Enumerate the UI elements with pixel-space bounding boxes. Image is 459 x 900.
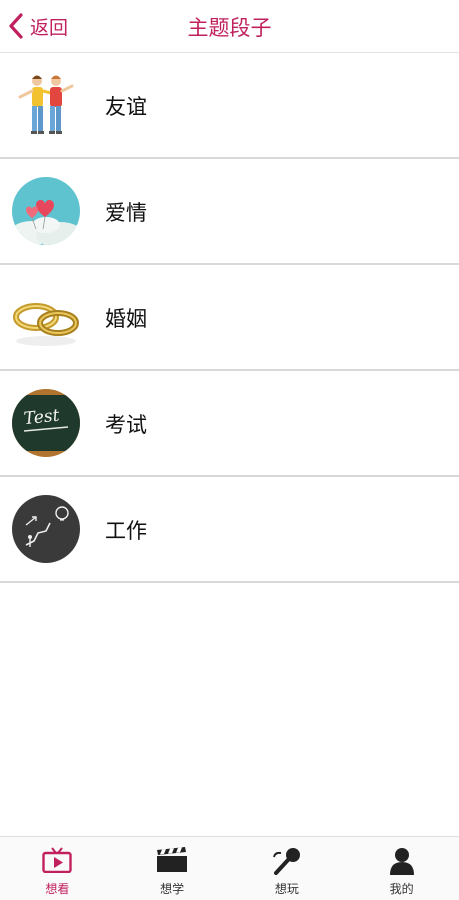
topic-label: 工作: [105, 519, 147, 543]
person-icon: [389, 847, 415, 875]
topic-item-exam[interactable]: Test 考试: [0, 371, 459, 477]
rings-icon: [12, 283, 80, 351]
microphone-icon: [272, 847, 302, 875]
test-blackboard-icon: Test: [12, 389, 80, 457]
page: 返回 主题段子 友谊 爱情 婚姻 Test 考试 工作 想看 想学 想玩 我的: [0, 0, 459, 900]
tab-label: 想看: [45, 882, 70, 896]
topic-label: 爱情: [105, 201, 147, 225]
nav-bar: 返回 主题段子: [0, 0, 459, 53]
topic-item-friendship[interactable]: 友谊: [0, 53, 459, 159]
tab-label: 想玩: [274, 882, 299, 896]
topic-item-marriage[interactable]: 婚姻: [0, 265, 459, 371]
topic-item-work[interactable]: 工作: [0, 477, 459, 583]
tab-learn[interactable]: 想学: [115, 837, 230, 900]
tv-icon: [42, 847, 73, 873]
tab-mine[interactable]: 我的: [344, 837, 459, 900]
tab-watch[interactable]: 想看: [0, 837, 115, 900]
work-chalkboard-icon: [12, 495, 80, 563]
topic-item-love[interactable]: 爱情: [0, 159, 459, 265]
topic-label: 考试: [105, 413, 147, 437]
tab-label: 想学: [160, 882, 185, 896]
topic-label: 婚姻: [105, 307, 147, 331]
friends-icon: [12, 71, 80, 139]
tab-label: 我的: [389, 882, 414, 896]
clapperboard-icon: [156, 847, 188, 873]
page-title: 主题段子: [187, 16, 272, 40]
tab-play[interactable]: 想玩: [230, 837, 345, 900]
topic-list: 友谊 爱情 婚姻 Test 考试 工作: [0, 53, 459, 583]
hearts-icon: [12, 177, 80, 245]
topic-label: 友谊: [105, 95, 147, 119]
tab-bar: 想看 想学 想玩 我的: [0, 836, 459, 900]
svg-text:Test: Test: [23, 406, 61, 430]
